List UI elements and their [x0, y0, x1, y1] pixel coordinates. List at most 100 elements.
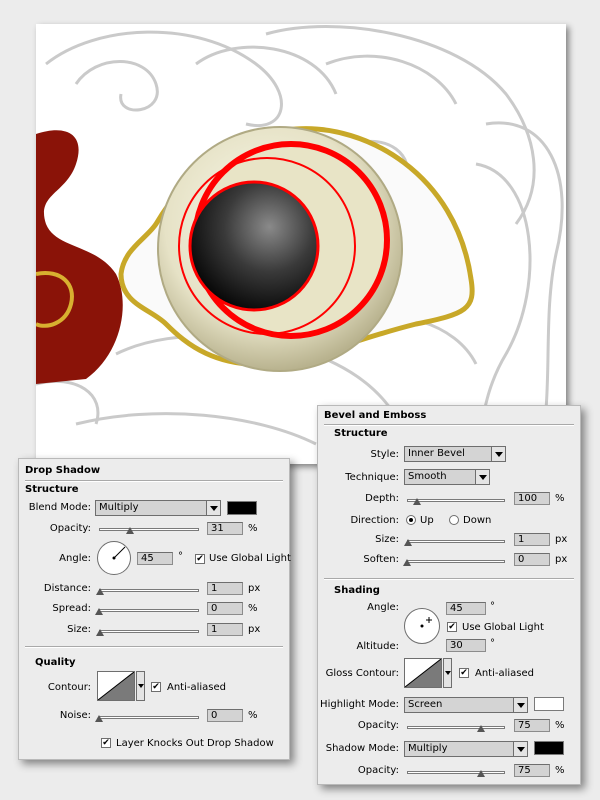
- depth-unit: %: [555, 493, 565, 504]
- depth-input[interactable]: 100: [514, 492, 550, 505]
- size-input[interactable]: 1: [514, 533, 550, 546]
- shadow-mode-select[interactable]: Multiply: [404, 741, 528, 757]
- size-unit: px: [555, 534, 568, 545]
- slider-thumb[interactable]: [403, 559, 411, 566]
- opacity-label: Opacity:: [49, 523, 91, 534]
- slider-thumb[interactable]: [95, 608, 103, 615]
- shadow-color-swatch[interactable]: [534, 741, 564, 755]
- gloss-contour-dropdown[interactable]: [443, 658, 452, 688]
- anti-aliased-checkbox[interactable]: ✔: [151, 682, 161, 692]
- distance-input[interactable]: 1: [207, 582, 243, 595]
- angle-label: Angle:: [59, 553, 91, 564]
- slider-thumb[interactable]: [126, 527, 134, 534]
- soften-slider[interactable]: [403, 558, 505, 566]
- depth-slider[interactable]: [407, 497, 505, 505]
- anti-aliased-checkbox[interactable]: ✔: [459, 668, 469, 678]
- use-global-light-checkbox[interactable]: ✔: [195, 554, 205, 564]
- style-label: Style:: [370, 449, 400, 460]
- soften-label: Soften:: [363, 554, 399, 565]
- soften-unit: px: [555, 554, 568, 565]
- slider-thumb[interactable]: [96, 629, 104, 636]
- shadow-opacity-unit: %: [555, 765, 565, 776]
- opacity-slider[interactable]: [99, 526, 199, 534]
- group-title: Structure: [334, 428, 388, 439]
- noise-unit: %: [248, 710, 258, 721]
- shadow-mode-value: Multiply: [408, 743, 448, 754]
- slider-thumb[interactable]: [476, 725, 485, 732]
- anti-aliased-label: Anti-aliased: [475, 668, 535, 679]
- shadow-color-swatch[interactable]: [227, 501, 257, 515]
- gloss-contour-preview[interactable]: [404, 658, 442, 688]
- depth-label: Depth:: [365, 493, 399, 504]
- highlight-mode-select[interactable]: Screen: [404, 697, 528, 713]
- angle-needle-icon: [112, 546, 126, 560]
- size-label: Size:: [67, 624, 91, 635]
- direction-down-radio[interactable]: [449, 515, 459, 525]
- slider-thumb[interactable]: [403, 539, 412, 546]
- direction-up-label: Up: [420, 515, 434, 526]
- chevron-down-icon: [206, 501, 220, 515]
- angle-dial[interactable]: [404, 608, 440, 644]
- angle-unit: °: [178, 551, 183, 562]
- highlight-opacity-unit: %: [555, 720, 565, 731]
- slider-thumb[interactable]: [96, 588, 104, 595]
- slider-thumb[interactable]: [412, 498, 421, 505]
- highlight-color-swatch[interactable]: [534, 697, 564, 711]
- size-slider[interactable]: [403, 538, 505, 546]
- soften-input[interactable]: 0: [514, 553, 550, 566]
- direction-down-label: Down: [463, 515, 492, 526]
- bevel-emboss-panel: Bevel and Emboss Structure Style: Inner …: [317, 405, 581, 785]
- shadow-opacity-input[interactable]: 75: [514, 764, 550, 777]
- opacity-input[interactable]: 31: [207, 522, 243, 535]
- spread-label: Spread:: [52, 603, 91, 614]
- angle-crosshair-icon: [420, 617, 432, 628]
- distance-unit: px: [248, 583, 261, 594]
- highlight-opacity-input[interactable]: 75: [514, 719, 550, 732]
- contour-label: Contour:: [47, 682, 91, 693]
- group-title: Quality: [35, 657, 76, 668]
- artwork-canvas: [36, 24, 566, 464]
- style-select[interactable]: Inner Bevel: [404, 446, 506, 462]
- altitude-label: Altitude:: [356, 641, 399, 652]
- size-slider[interactable]: [96, 628, 199, 636]
- blend-mode-label: Blend Mode:: [28, 502, 91, 513]
- shadow-opacity-slider[interactable]: [407, 769, 505, 777]
- highlight-mode-label: Highlight Mode:: [320, 699, 399, 710]
- spread-input[interactable]: 0: [207, 602, 243, 615]
- angle-label: Angle:: [367, 602, 399, 613]
- angle-input[interactable]: 45: [137, 552, 173, 565]
- panel-title: Drop Shadow: [25, 465, 101, 476]
- technique-label: Technique:: [345, 472, 399, 483]
- highlight-opacity-label: Opacity:: [357, 720, 399, 731]
- angle-dial[interactable]: [97, 541, 131, 575]
- angle-unit: °: [490, 601, 495, 612]
- angle-input[interactable]: 45: [446, 602, 486, 615]
- group-title: Structure: [25, 484, 79, 495]
- contour-linear-icon: [404, 658, 442, 688]
- contour-preview[interactable]: [97, 671, 135, 701]
- slider-track: [407, 560, 505, 563]
- slider-thumb[interactable]: [476, 770, 485, 777]
- technique-select[interactable]: Smooth: [404, 469, 490, 485]
- noise-slider[interactable]: [95, 714, 199, 722]
- distance-slider[interactable]: [96, 587, 199, 595]
- direction-up-radio[interactable]: [406, 515, 416, 525]
- slider-track: [99, 716, 199, 719]
- slider-track: [99, 609, 199, 612]
- use-global-light-label: Use Global Light: [462, 622, 544, 633]
- chevron-down-icon: [475, 470, 489, 484]
- altitude-input[interactable]: 30: [446, 639, 486, 652]
- noise-input[interactable]: 0: [207, 709, 243, 722]
- slider-thumb[interactable]: [95, 715, 103, 722]
- knockout-checkbox[interactable]: ✔: [101, 738, 111, 748]
- contour-linear-icon: [97, 671, 135, 701]
- size-input[interactable]: 1: [207, 623, 243, 636]
- highlight-opacity-slider[interactable]: [407, 724, 505, 732]
- slider-track: [99, 630, 199, 633]
- contour-dropdown[interactable]: [136, 671, 145, 701]
- spread-slider[interactable]: [95, 607, 199, 615]
- style-value: Inner Bevel: [408, 448, 465, 459]
- use-global-light-checkbox[interactable]: ✔: [447, 622, 457, 632]
- slider-track: [407, 499, 505, 502]
- blend-mode-select[interactable]: Multiply: [95, 500, 221, 516]
